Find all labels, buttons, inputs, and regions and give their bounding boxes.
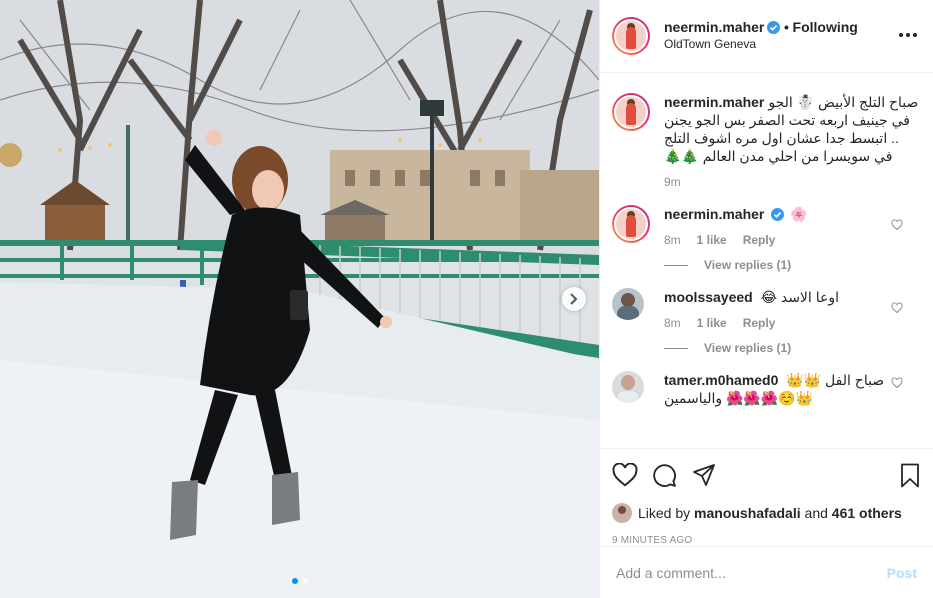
caption-avatar[interactable] — [612, 93, 650, 131]
post-actions: Liked by manoushafadali and 461 others 9… — [600, 448, 933, 598]
view-replies-button[interactable]: View replies (1) — [664, 258, 889, 272]
bookmark-icon[interactable] — [900, 463, 920, 491]
comment-text: 🌸 — [790, 206, 808, 222]
liker-avatar[interactable] — [612, 503, 632, 523]
comment-avatar[interactable] — [612, 288, 644, 320]
heart-icon[interactable] — [612, 460, 642, 490]
comment-time: 8m — [664, 233, 681, 247]
comment-like-heart-icon[interactable] — [891, 219, 903, 231]
comment-text: اوعا الاسد 😂 — [760, 289, 839, 305]
carousel-dot — [301, 578, 308, 584]
instagram-post-view: neermin.maher • Following OldTown Geneva… — [0, 0, 933, 598]
comment-likes[interactable]: 1 like — [697, 233, 727, 247]
comment-username[interactable]: tamer.m0hamed0 — [664, 372, 778, 388]
caption-username[interactable]: neermin.maher — [664, 94, 764, 110]
follow-separator: • — [784, 19, 789, 35]
carousel-indicator — [0, 578, 599, 584]
comments-list[interactable]: neermin.maher صباح التلج الأبيض ☃️ الجو ف… — [600, 73, 933, 448]
post-location[interactable]: OldTown Geneva — [664, 36, 858, 53]
post-timestamp[interactable]: 9 MINUTES AGO — [612, 535, 921, 546]
view-replies-label: View replies (1) — [704, 341, 792, 355]
view-replies-label: View replies (1) — [704, 258, 792, 272]
follow-status-button[interactable]: Following — [793, 19, 858, 35]
carousel-next-button[interactable] — [562, 287, 586, 311]
likes-count-link[interactable]: 461 others — [832, 505, 902, 521]
reply-button[interactable]: Reply — [743, 316, 776, 330]
liked-by-and: and — [804, 505, 828, 521]
author-username[interactable]: neermin.maher — [664, 19, 764, 35]
likes-summary: Liked by manoushafadali and 461 others — [612, 503, 921, 523]
add-comment-bar: Post — [600, 546, 933, 598]
comment-avatar[interactable] — [612, 205, 650, 243]
comment-like-heart-icon[interactable] — [891, 302, 903, 314]
author-avatar[interactable] — [612, 17, 650, 55]
liked-by-prefix: Liked by — [638, 505, 691, 521]
post-side-panel: neermin.maher • Following OldTown Geneva… — [599, 0, 933, 598]
comment-time: 8m — [664, 316, 681, 330]
comment-item: neermin.maher 🌸 8m 1 like Reply View repl… — [612, 205, 919, 272]
comment-like-heart-icon[interactable] — [891, 377, 903, 389]
comment-item: moolssayeed اوعا الاسد 😂 8m 1 like Reply… — [612, 288, 919, 355]
view-replies-button[interactable]: View replies (1) — [664, 341, 889, 355]
chevron-right-icon — [570, 293, 578, 305]
post-comment-button[interactable]: Post — [887, 565, 917, 581]
liked-by-user[interactable]: manoushafadali — [694, 505, 801, 521]
post-photo[interactable] — [0, 0, 599, 598]
carousel-dot — [291, 578, 298, 584]
comment-avatar[interactable] — [612, 371, 644, 403]
comment-username[interactable]: moolssayeed — [664, 289, 753, 305]
more-options-icon[interactable] — [899, 26, 917, 44]
comment-likes[interactable]: 1 like — [697, 316, 727, 330]
share-icon[interactable] — [692, 460, 722, 490]
caption-time: 9m — [664, 175, 681, 189]
comment-item: tamer.m0hamed0 صباح الفل 👑👑👑☺️🌺🌺🌺 والياس… — [612, 371, 919, 407]
caption: neermin.maher صباح التلج الأبيض ☃️ الجو ف… — [612, 93, 919, 189]
verified-badge-icon — [767, 21, 781, 34]
comment-input[interactable] — [616, 564, 887, 581]
post-header: neermin.maher • Following OldTown Geneva — [600, 0, 933, 73]
comment-username[interactable]: neermin.maher — [664, 206, 764, 222]
verified-badge-icon — [771, 208, 785, 221]
photo-scene — [0, 0, 599, 598]
comment-icon[interactable] — [652, 460, 682, 490]
reply-button[interactable]: Reply — [743, 233, 776, 247]
